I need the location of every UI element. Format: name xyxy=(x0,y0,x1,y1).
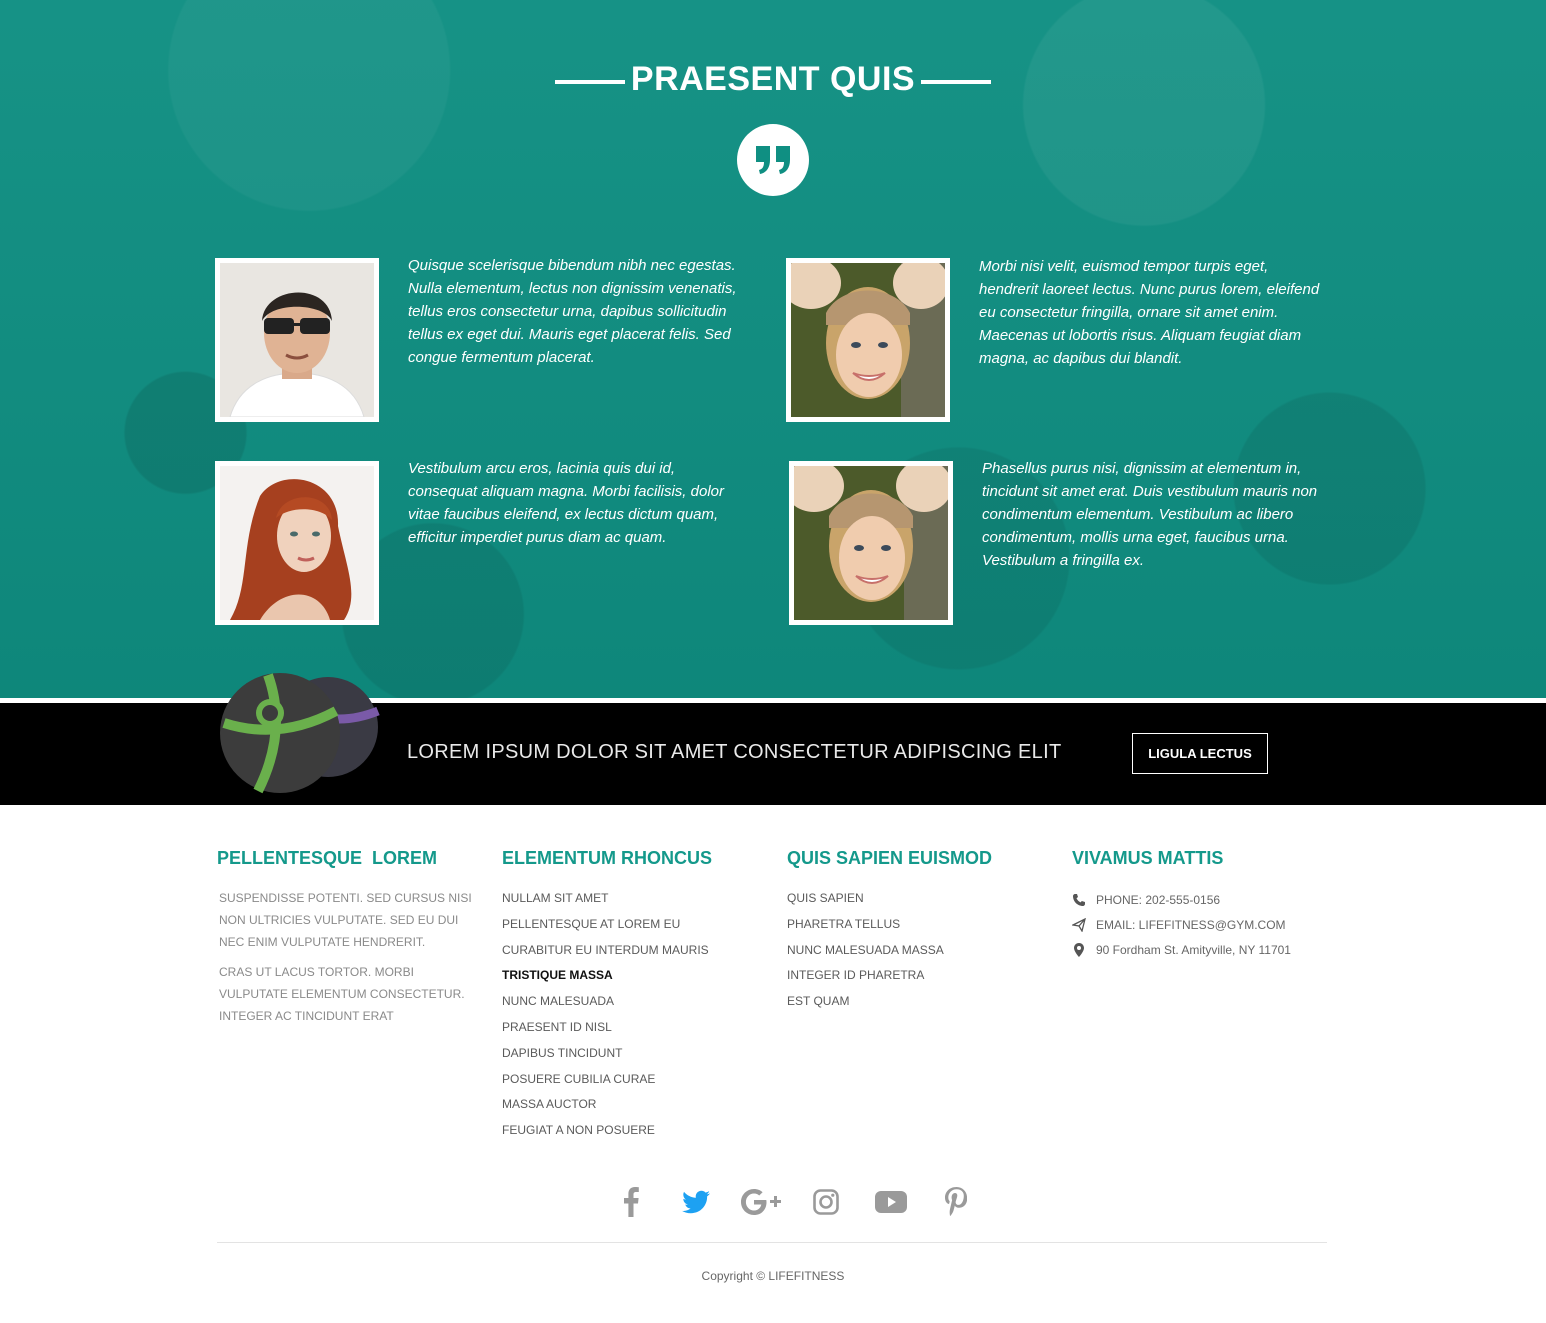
footer-link-item: POSUERE CUBILIA CURAE xyxy=(502,1068,762,1094)
contact-email: EMAIL: LIFEFITNESS@GYM.COM xyxy=(1072,912,1332,937)
footer-paragraph: SUSPENDISSE POTENTI. SED CURSUS NISI NON… xyxy=(219,891,472,949)
footer-link[interactable]: MASSA AUCTOR xyxy=(502,1097,596,1111)
footer-column-links-2: QUIS SAPIEN EUISMOD QUIS SAPIEN PHARETRA… xyxy=(787,848,1047,1016)
copyright-text: Copyright © LIFEFITNESS xyxy=(701,1269,845,1283)
footer-link[interactable]: PHARETRA TELLUS xyxy=(787,917,900,931)
testimonials-section: PRAESENT QUIS Quisque scelerisque bibend… xyxy=(0,0,1546,698)
footer-link-item: PRAESENT ID NISL xyxy=(502,1016,762,1042)
footer-link[interactable]: NUNC MALESUADA MASSA xyxy=(787,943,944,957)
testimonial-photo xyxy=(215,461,379,625)
footer-divider xyxy=(217,1242,1327,1243)
footer-link[interactable]: NULLAM SIT AMET xyxy=(502,891,608,905)
contact-phone: PHONE: 202-555-0156 xyxy=(1072,887,1332,912)
footer-link[interactable]: NUNC MALESUADA xyxy=(502,994,614,1008)
pinterest-icon[interactable] xyxy=(923,1184,988,1220)
footer-link-item: FEUGIAT A NON POSUERE xyxy=(502,1119,762,1145)
phone-icon xyxy=(1073,893,1085,906)
footer-link-list: QUIS SAPIEN PHARETRA TELLUS NUNC MALESUA… xyxy=(787,887,1047,1016)
paper-plane-icon xyxy=(1072,917,1086,932)
footer-link[interactable]: QUIS SAPIEN xyxy=(787,891,864,905)
contact-address: 90 Fordham St. Amityville, NY 11701 xyxy=(1072,937,1332,962)
footer-link[interactable]: DAPIBUS TINCIDUNT xyxy=(502,1046,622,1060)
promo-text: LOREM IPSUM DOLOR SIT AMET CONSECTETUR A… xyxy=(407,741,1062,763)
footer-heading: QUIS SAPIEN EUISMOD xyxy=(787,848,993,868)
instagram-icon[interactable] xyxy=(793,1184,858,1220)
testimonial-photo xyxy=(789,461,953,625)
footer-link-item: DAPIBUS TINCIDUNT xyxy=(502,1042,762,1068)
footer-column-links-1: ELEMENTUM RHONCUS NULLAM SIT AMET PELLEN… xyxy=(502,848,762,1145)
quote-icon xyxy=(737,124,809,196)
phone-text: PHONE: 202-555-0156 xyxy=(1096,892,1221,907)
testimonial-text: Vestibulum arcu eros, lacinia quis dui i… xyxy=(408,460,724,546)
testimonial-text: Morbi nisi velit, euismod tempor turpis … xyxy=(979,258,1320,367)
title-line-right xyxy=(921,80,991,84)
footer-link-item: QUIS SAPIEN xyxy=(787,887,1047,913)
testimonial-text: Quisque scelerisque bibendum nibh nec eg… xyxy=(408,257,737,366)
promo-bar: LOREM IPSUM DOLOR SIT AMET CONSECTETUR A… xyxy=(0,673,1546,805)
footer-link[interactable]: PELLENTESQUE AT LOREM EU xyxy=(502,917,680,931)
facebook-icon[interactable] xyxy=(598,1184,663,1220)
footer-link-item: NUNC MALESUADA MASSA xyxy=(787,939,1047,965)
testimonial-text: Phasellus purus nisi, dignissim at eleme… xyxy=(982,460,1318,569)
footer-heading: PELLENTESQUE LOREM xyxy=(217,848,438,868)
footer-link-item: NUNC MALESUADA xyxy=(502,990,762,1016)
footer-link-item: CURABITUR EU INTERDUM MAURIS xyxy=(502,939,762,965)
youtube-icon[interactable] xyxy=(858,1184,923,1220)
footer-heading: VIVAMUS MATTIS xyxy=(1072,848,1224,868)
footer-link-item: TRISTIQUE MASSA xyxy=(502,964,762,990)
map-marker-icon xyxy=(1074,942,1084,957)
section-title: PRAESENT QUIS xyxy=(630,60,916,98)
footer-link[interactable]: FEUGIAT A NON POSUERE xyxy=(502,1123,655,1137)
footer-link[interactable]: POSUERE CUBILIA CURAE xyxy=(502,1072,655,1086)
footer-paragraph: CRAS UT LACUS TORTOR. MORBI VULPUTATE EL… xyxy=(219,965,465,1023)
footer-heading: ELEMENTUM RHONCUS xyxy=(502,848,712,868)
address-text: 90 Fordham St. Amityville, NY 11701 xyxy=(1096,942,1291,957)
social-icons xyxy=(598,1184,988,1220)
testimonial-photo xyxy=(786,258,950,422)
contact-list: PHONE: 202-555-0156 EMAIL: LIFEFITNESS@G… xyxy=(1072,887,1332,962)
footer-link[interactable]: CURABITUR EU INTERDUM MAURIS xyxy=(502,943,709,957)
twitter-icon[interactable] xyxy=(663,1184,728,1220)
email-text: EMAIL: LIFEFITNESS@GYM.COM xyxy=(1096,917,1286,932)
footer-link-item: EST QUAM xyxy=(787,990,1047,1016)
footer-link-item: MASSA AUCTOR xyxy=(502,1093,762,1119)
footer-link-item: PELLENTESQUE AT LOREM EU xyxy=(502,913,762,939)
footer-link[interactable]: INTEGER ID PHARETRA xyxy=(787,968,924,982)
footer-link[interactable]: PRAESENT ID NISL xyxy=(502,1020,612,1034)
footer-link-item: PHARETRA TELLUS xyxy=(787,913,1047,939)
ligula-lectus-button[interactable]: LIGULA LECTUS xyxy=(1132,733,1268,774)
testimonial-photo xyxy=(215,258,379,422)
footer-link[interactable]: EST QUAM xyxy=(787,994,849,1008)
footer-link-item: NULLAM SIT AMET xyxy=(502,887,762,913)
footer-column-about: PELLENTESQUE LOREM SUSPENDISSE POTENTI. … xyxy=(217,848,477,1035)
google-plus-icon[interactable] xyxy=(728,1184,793,1220)
footer-link-item: INTEGER ID PHARETRA xyxy=(787,964,1047,990)
footer-link-list: NULLAM SIT AMET PELLENTESQUE AT LOREM EU… xyxy=(502,887,762,1145)
footer-column-contact: VIVAMUS MATTIS PHONE: 202-555-0156 EMAIL… xyxy=(1072,848,1332,962)
medicine-ball-image xyxy=(218,671,388,795)
footer-link-active[interactable]: TRISTIQUE MASSA xyxy=(502,968,613,982)
